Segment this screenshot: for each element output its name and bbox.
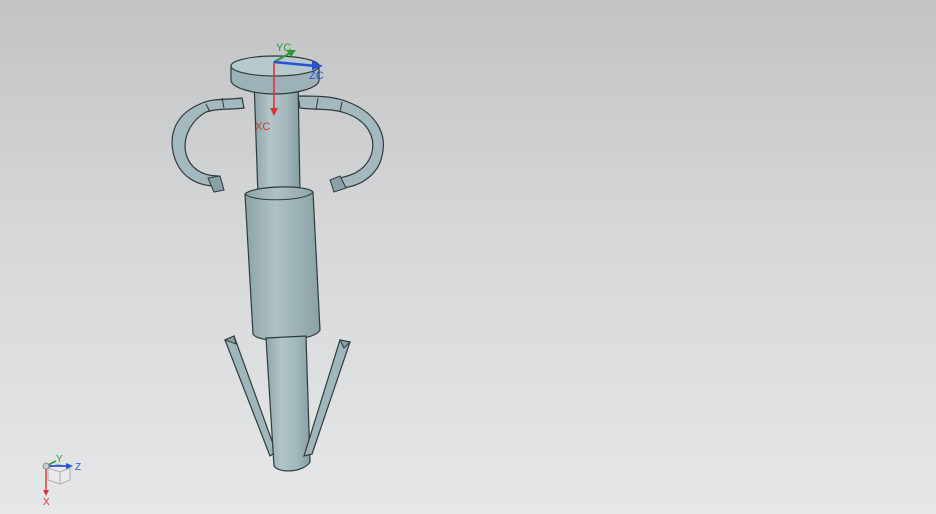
- view-triad-origin: [42, 462, 50, 470]
- right-spike: [303, 339, 352, 457]
- lower-shaft: [265, 335, 311, 472]
- view-triad-x-label: X: [43, 497, 50, 508]
- view-triad-x-arrow: [43, 490, 49, 496]
- right-hook: [297, 95, 384, 193]
- view-triad[interactable]: X Y Z: [42, 454, 81, 508]
- view-triad-z-label: Z: [75, 462, 81, 473]
- wcs-y-label: YC: [276, 42, 291, 54]
- wcs-x-label: XC: [255, 121, 270, 133]
- view-triad-y-label: Y: [56, 454, 63, 465]
- left-hook: [171, 97, 245, 193]
- model-canvas[interactable]: XC YC ZC X Y Z: [0, 0, 936, 514]
- wcs-z-label: ZC: [309, 70, 324, 82]
- upper-shaft: [253, 79, 301, 197]
- graphics-viewport[interactable]: XC YC ZC X Y Z: [0, 0, 936, 514]
- main-cylinder: [244, 186, 321, 341]
